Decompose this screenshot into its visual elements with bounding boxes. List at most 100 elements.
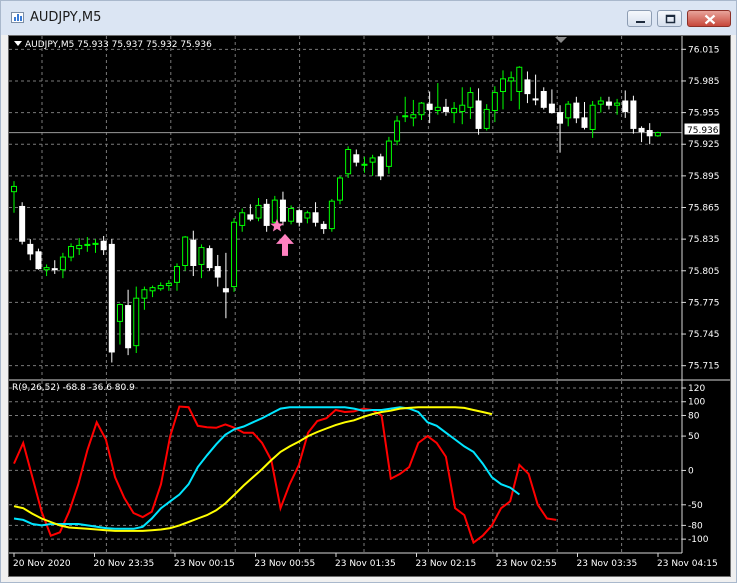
candle [467,87,474,119]
candle [622,90,629,118]
time-tick-label: 20 Nov 2020 [13,559,71,569]
candle [198,244,205,279]
candle [638,126,645,143]
price-tick-label: 75.835 [688,235,720,245]
candle [288,205,295,225]
candlestick-series [11,66,661,363]
candle [483,104,490,131]
chart-area[interactable]: 76.015 75.985 75.955 75.925 75.895 75.865 75.8… [8,35,731,577]
indicator-tick-label: -50 [688,501,703,511]
candle [312,202,319,227]
price-tick-label: 75.925 [688,140,720,150]
price-tick-label: 75.775 [688,298,720,308]
indicator-label: R(9,26,52) -68.8 -36.6 80.9 [12,383,135,393]
candle [174,263,180,291]
time-tick-label: 20 Nov 23:35 [94,559,155,569]
candle [231,218,238,292]
time-tick-label: 23 Nov 04:15 [657,559,718,569]
candle [190,230,197,277]
indicator-tick-label: 0 [688,466,694,476]
candle [108,239,115,363]
indicator-tick-label: -100 [688,535,709,545]
app-chart-icon [11,12,24,23]
application-window: AUDJPY,M5 76.015 75.985 75.955 75.925 75.895… [0,0,737,583]
time-tick-label: 23 Nov 00:55 [255,559,316,569]
candle [92,239,99,253]
fast-line [13,405,557,545]
candle [475,88,482,135]
candle [361,156,368,173]
candle [157,282,164,291]
price-tick-label: 75.715 [688,362,720,372]
candle [255,198,262,222]
maximize-button[interactable] [657,10,682,27]
candle [646,123,653,145]
price-tick-label: 76.015 [688,45,720,55]
candle [459,87,466,125]
close-button[interactable] [687,10,731,27]
price-tick-label: 75.865 [688,204,720,214]
candle [630,95,637,134]
candle [516,66,523,110]
candle [353,149,360,167]
candle [19,202,26,245]
indicator-tick-label: 120 [688,384,705,394]
candle [11,181,17,213]
time-tick-label: 23 Nov 02:55 [496,559,557,569]
candle [328,199,335,232]
minimize-button[interactable] [627,10,652,27]
time-tick-label: 23 Nov 03:35 [577,559,638,569]
dropdown-triangle-icon[interactable] [14,41,22,46]
symbol-info-text: AUDJPY,M5 75.933 75.937 75.932 75.936 [25,40,212,50]
price-tick-label: 75.955 [688,109,720,119]
price-chart[interactable]: 76.015 75.985 75.955 75.925 75.895 75.865 75.8… [9,36,730,576]
candle [394,115,401,146]
time-tick-label: 23 Nov 00:15 [174,559,235,569]
candle [573,96,580,124]
indicator-tick-label: 80 [688,411,700,421]
title-bar[interactable]: AUDJPY,M5 [1,1,736,35]
candle [402,96,409,123]
candle [442,98,449,116]
candle [133,286,140,354]
candle [68,243,75,262]
indicator-tick-label: 100 [688,398,705,408]
time-tick-label: 23 Nov 02:15 [416,559,477,569]
candle [214,254,221,287]
indicator-tick-label: 50 [688,432,700,442]
current-price-box: 75.936 [683,122,721,136]
candle [524,71,531,104]
candle [76,238,83,255]
candle [279,191,286,226]
candle [605,96,612,110]
candle [345,146,352,178]
candle [654,131,661,137]
close-icon [704,14,716,25]
candle [581,102,588,130]
candle [451,102,458,124]
price-tick-label: 75.805 [688,267,720,277]
candle [247,204,254,222]
candle [304,210,311,224]
up-arrow-icon [276,233,294,256]
candle [532,74,539,106]
candle [418,102,425,120]
buy-signal [270,218,294,256]
slow-line [13,406,493,532]
candle [116,303,123,345]
candle [540,87,547,110]
price-tick-label: 75.895 [688,172,720,182]
candle [27,239,34,261]
candle [43,264,50,277]
candle [263,199,270,232]
candle [320,221,327,234]
candle [141,286,148,310]
candle [125,289,132,356]
candle [377,153,384,181]
candle [434,83,441,115]
candle [51,260,58,274]
price-tick-label: 75.985 [688,77,720,87]
candle [548,89,555,114]
candle [35,248,42,270]
window-title: AUDJPY,M5 [30,10,102,25]
